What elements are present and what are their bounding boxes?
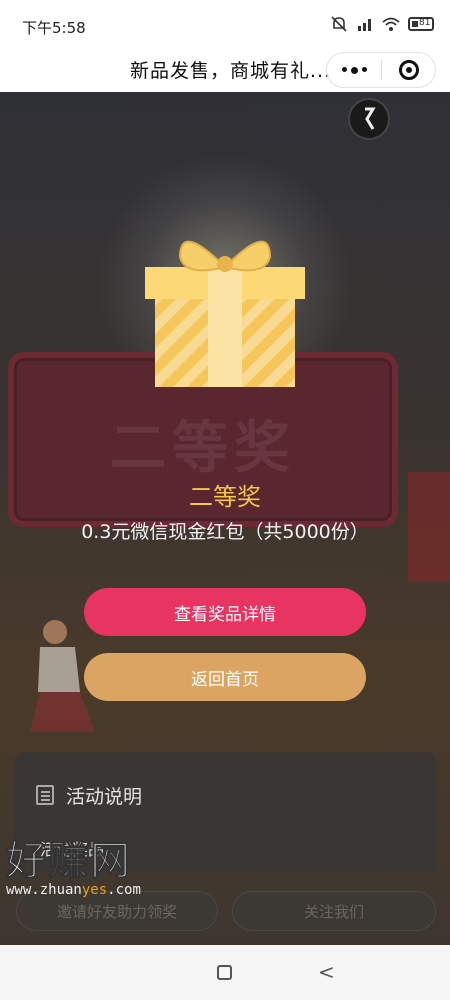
battery-icon: 81 bbox=[408, 17, 434, 31]
status-bar: 下午5:58 81 bbox=[0, 0, 450, 50]
recent-apps-button[interactable] bbox=[217, 965, 232, 980]
status-time: 下午5:58 bbox=[22, 19, 86, 37]
title-bar: 新品发售，商城有礼... bbox=[0, 50, 450, 92]
gift-box-icon bbox=[145, 240, 305, 387]
watermark-text: 好赚网 bbox=[6, 838, 132, 885]
watermark-logo: 好赚网 www.zhuanyes.com bbox=[6, 828, 141, 899]
return-home-button[interactable]: 返回首页 bbox=[84, 653, 366, 701]
battery-level: 81 bbox=[419, 18, 431, 28]
more-menu-button[interactable] bbox=[327, 66, 381, 74]
system-nav-bar: < bbox=[0, 945, 450, 1000]
wifi-icon bbox=[382, 17, 400, 31]
status-icons: 81 bbox=[330, 16, 434, 32]
signal-icon bbox=[358, 19, 371, 31]
mini-program-capsule bbox=[326, 52, 436, 88]
view-prize-details-button[interactable]: 查看奖品详情 bbox=[84, 588, 366, 636]
music-toggle-button[interactable] bbox=[348, 98, 390, 140]
main-content: 二等奖 二等奖 0.3元微信现金红包（共5000份） 查看奖品详情 返回首页 活… bbox=[0, 92, 450, 945]
back-button[interactable]: < bbox=[318, 960, 335, 984]
close-target-icon bbox=[398, 60, 419, 80]
document-icon bbox=[36, 785, 54, 805]
mute-bell-icon bbox=[331, 16, 347, 32]
music-note-icon bbox=[365, 107, 376, 130]
rules-title: 活动说明 bbox=[66, 786, 143, 808]
watermark-url: www.zhuanyes.com bbox=[6, 882, 141, 898]
prize-level: 二等奖 bbox=[189, 483, 261, 511]
board-faded-text: 二等奖 bbox=[110, 416, 296, 481]
close-button[interactable] bbox=[382, 60, 435, 80]
prize-description: 0.3元微信现金红包（共5000份） bbox=[81, 521, 369, 543]
follow-us-button[interactable]: 关注我们 bbox=[232, 891, 436, 931]
page-title: 新品发售，商城有礼... bbox=[130, 60, 332, 82]
